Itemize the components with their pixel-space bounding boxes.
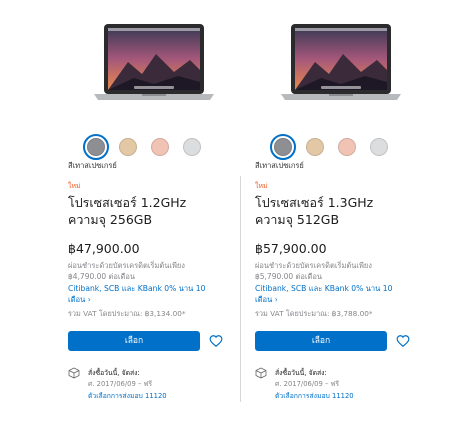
swatch-silver[interactable]	[183, 138, 201, 156]
title-line-1: โปรเซสเซอร์ 1.2GHz	[68, 195, 187, 210]
delivery-date: ศ. 2017/06/09 – ฟรี	[88, 380, 152, 388]
vat-text: รวม VAT โดยประมาณ: ฿3,788.00*	[255, 309, 373, 318]
swatch-gold[interactable]	[119, 138, 137, 156]
product-card-1: สีเทาสเปซเกรย์ ใหม่ โปรเซสเซอร์ 1.2GHz ค…	[68, 0, 238, 426]
price: ฿47,900.00	[68, 241, 140, 256]
delivery-options-link[interactable]: ตัวเลือกการส่งมอบ 11120	[88, 390, 167, 401]
box-icon	[68, 367, 80, 379]
bank-offer-line-1: Citibank, SCB และ KBank 0% นาน 10	[68, 284, 206, 293]
bank-offer-line-2: เดือน ›	[255, 295, 278, 304]
product-title: โปรเซสเซอร์ 1.2GHz ความจุ 256GB	[68, 194, 186, 228]
delivery-options-link[interactable]: ตัวเลือกการส่งมอบ 11120	[275, 390, 354, 401]
order-today-text: สั่งซื้อวันนี้, จัดส่ง:	[275, 369, 327, 377]
swatch-rose-gold[interactable]	[338, 138, 356, 156]
price: ฿57,900.00	[255, 241, 327, 256]
title-line-2: ความจุ 256GB	[68, 212, 153, 227]
monthly-price: ฿4,790.00 ต่อเดือน	[68, 272, 135, 281]
swatch-gold[interactable]	[306, 138, 324, 156]
product-title: โปรเซสเซอร์ 1.3GHz ความจุ 512GB	[255, 194, 373, 228]
vat-text: รวม VAT โดยประมาณ: ฿3,134.00*	[68, 309, 186, 318]
swatch-silver[interactable]	[370, 138, 388, 156]
bank-offer-line-1: Citibank, SCB และ KBank 0% นาน 10	[255, 284, 393, 293]
macbook-image	[94, 24, 214, 100]
color-swatches	[83, 134, 227, 160]
new-badge: ใหม่	[68, 182, 81, 190]
heart-icon[interactable]	[209, 334, 223, 348]
product-card-2: สีเทาสเปซเกรย์ ใหม่ โปรเซสเซอร์ 1.3GHz ค…	[255, 0, 425, 426]
delivery-date: ศ. 2017/06/09 – ฟรี	[275, 380, 339, 388]
swatch-space-gray[interactable]	[270, 134, 296, 160]
bank-offer-link[interactable]: Citibank, SCB และ KBank 0% นาน 10 เดือน …	[255, 283, 415, 305]
swatch-rose-gold[interactable]	[151, 138, 169, 156]
color-swatches	[270, 134, 414, 160]
order-today-text: สั่งซื้อวันนี้, จัดส่ง:	[88, 369, 140, 377]
macbook-image	[281, 24, 401, 100]
box-icon	[255, 367, 267, 379]
swatch-space-gray[interactable]	[83, 134, 109, 160]
heart-icon[interactable]	[396, 334, 410, 348]
title-line-1: โปรเซสเซอร์ 1.3GHz	[255, 195, 374, 210]
monthly-price: ฿5,790.00 ต่อเดือน	[255, 272, 322, 281]
swatch-label: สีเทาสเปซเกรย์	[255, 161, 304, 170]
bank-offer-line-2: เดือน ›	[68, 295, 91, 304]
new-badge: ใหม่	[255, 182, 268, 190]
swatch-label: สีเทาสเปซเกรย์	[68, 161, 117, 170]
select-button[interactable]: เลือก	[255, 331, 387, 351]
select-button[interactable]: เลือก	[68, 331, 200, 351]
title-line-2: ความจุ 512GB	[255, 212, 340, 227]
divider	[240, 176, 241, 402]
bank-offer-link[interactable]: Citibank, SCB และ KBank 0% นาน 10 เดือน …	[68, 283, 228, 305]
